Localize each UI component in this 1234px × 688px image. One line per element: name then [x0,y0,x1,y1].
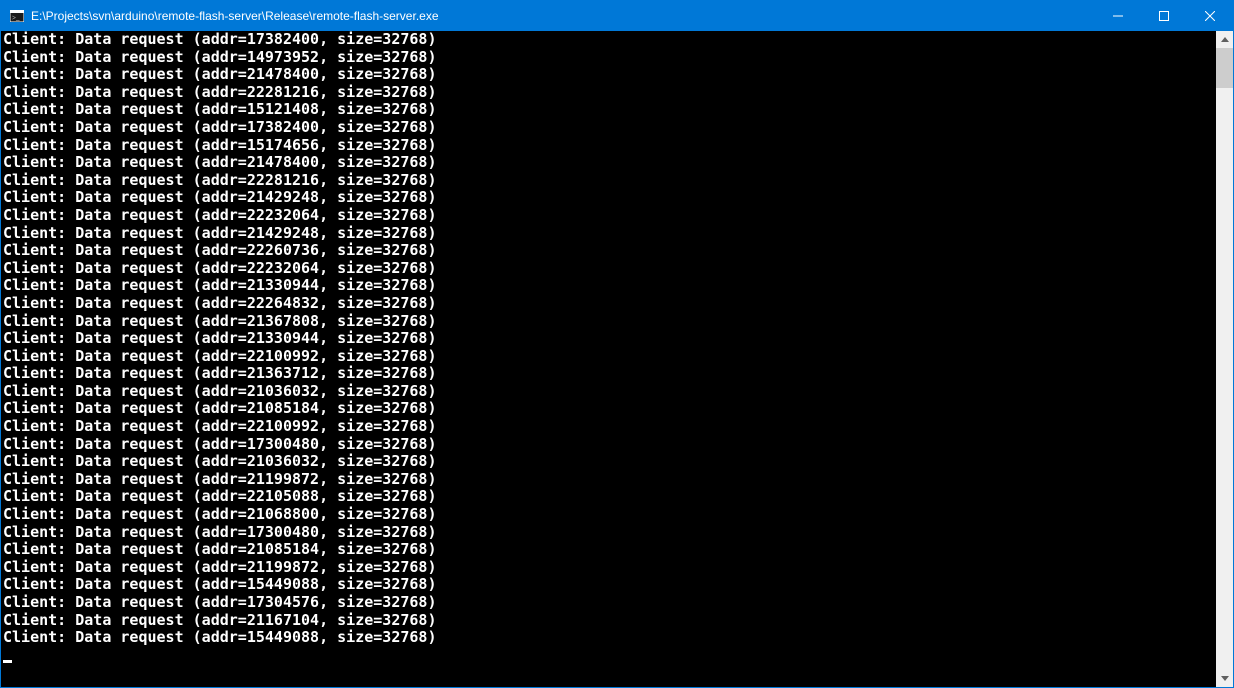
window-controls [1095,1,1233,31]
log-line: Client: Data request (addr=15449088, siz… [3,629,1216,647]
titlebar[interactable]: >_ E:\Projects\svn\arduino\remote-flash-… [1,1,1233,31]
log-line: Client: Data request (addr=21363712, siz… [3,365,1216,383]
log-line: Client: Data request (addr=21367808, siz… [3,313,1216,331]
log-line: Client: Data request (addr=21478400, siz… [3,66,1216,84]
client-area: Client: Data request (addr=17382400, siz… [1,31,1233,687]
svg-text:>_: >_ [12,14,20,22]
cursor-line [3,647,1216,665]
minimize-button[interactable] [1095,1,1141,31]
log-line: Client: Data request (addr=21429248, siz… [3,189,1216,207]
scroll-track[interactable] [1216,48,1233,670]
log-line: Client: Data request (addr=22281216, siz… [3,84,1216,102]
log-line: Client: Data request (addr=21068800, siz… [3,506,1216,524]
vertical-scrollbar[interactable] [1216,31,1233,687]
log-line: Client: Data request (addr=22232064, siz… [3,207,1216,225]
text-cursor [3,660,12,663]
log-line: Client: Data request (addr=17382400, siz… [3,31,1216,49]
log-line: Client: Data request (addr=17300480, siz… [3,436,1216,454]
log-line: Client: Data request (addr=22100992, siz… [3,348,1216,366]
scroll-thumb[interactable] [1216,48,1233,88]
log-line: Client: Data request (addr=14973952, siz… [3,49,1216,67]
log-line: Client: Data request (addr=17300480, siz… [3,524,1216,542]
log-line: Client: Data request (addr=17304576, siz… [3,594,1216,612]
log-line: Client: Data request (addr=15121408, siz… [3,101,1216,119]
log-line: Client: Data request (addr=17382400, siz… [3,119,1216,137]
log-line: Client: Data request (addr=15174656, siz… [3,137,1216,155]
maximize-button[interactable] [1141,1,1187,31]
console-window: >_ E:\Projects\svn\arduino\remote-flash-… [1,1,1233,687]
log-line: Client: Data request (addr=22100992, siz… [3,418,1216,436]
log-line: Client: Data request (addr=22264832, siz… [3,295,1216,313]
app-icon: >_ [9,8,25,24]
console-output[interactable]: Client: Data request (addr=17382400, siz… [1,31,1216,687]
close-button[interactable] [1187,1,1233,31]
log-line: Client: Data request (addr=22105088, siz… [3,488,1216,506]
log-line: Client: Data request (addr=15449088, siz… [3,576,1216,594]
log-line: Client: Data request (addr=21036032, siz… [3,383,1216,401]
log-line: Client: Data request (addr=21167104, siz… [3,612,1216,630]
log-line: Client: Data request (addr=21085184, siz… [3,541,1216,559]
log-line: Client: Data request (addr=21330944, siz… [3,277,1216,295]
log-line: Client: Data request (addr=21036032, siz… [3,453,1216,471]
log-line: Client: Data request (addr=21478400, siz… [3,154,1216,172]
scroll-down-button[interactable] [1216,670,1233,687]
window-title: E:\Projects\svn\arduino\remote-flash-ser… [31,9,1095,23]
log-line: Client: Data request (addr=21085184, siz… [3,400,1216,418]
scroll-up-button[interactable] [1216,31,1233,48]
log-line: Client: Data request (addr=22232064, siz… [3,260,1216,278]
log-line: Client: Data request (addr=21199872, siz… [3,471,1216,489]
log-line: Client: Data request (addr=21199872, siz… [3,559,1216,577]
log-line: Client: Data request (addr=21429248, siz… [3,225,1216,243]
log-line: Client: Data request (addr=22260736, siz… [3,242,1216,260]
log-line: Client: Data request (addr=22281216, siz… [3,172,1216,190]
log-line: Client: Data request (addr=21330944, siz… [3,330,1216,348]
